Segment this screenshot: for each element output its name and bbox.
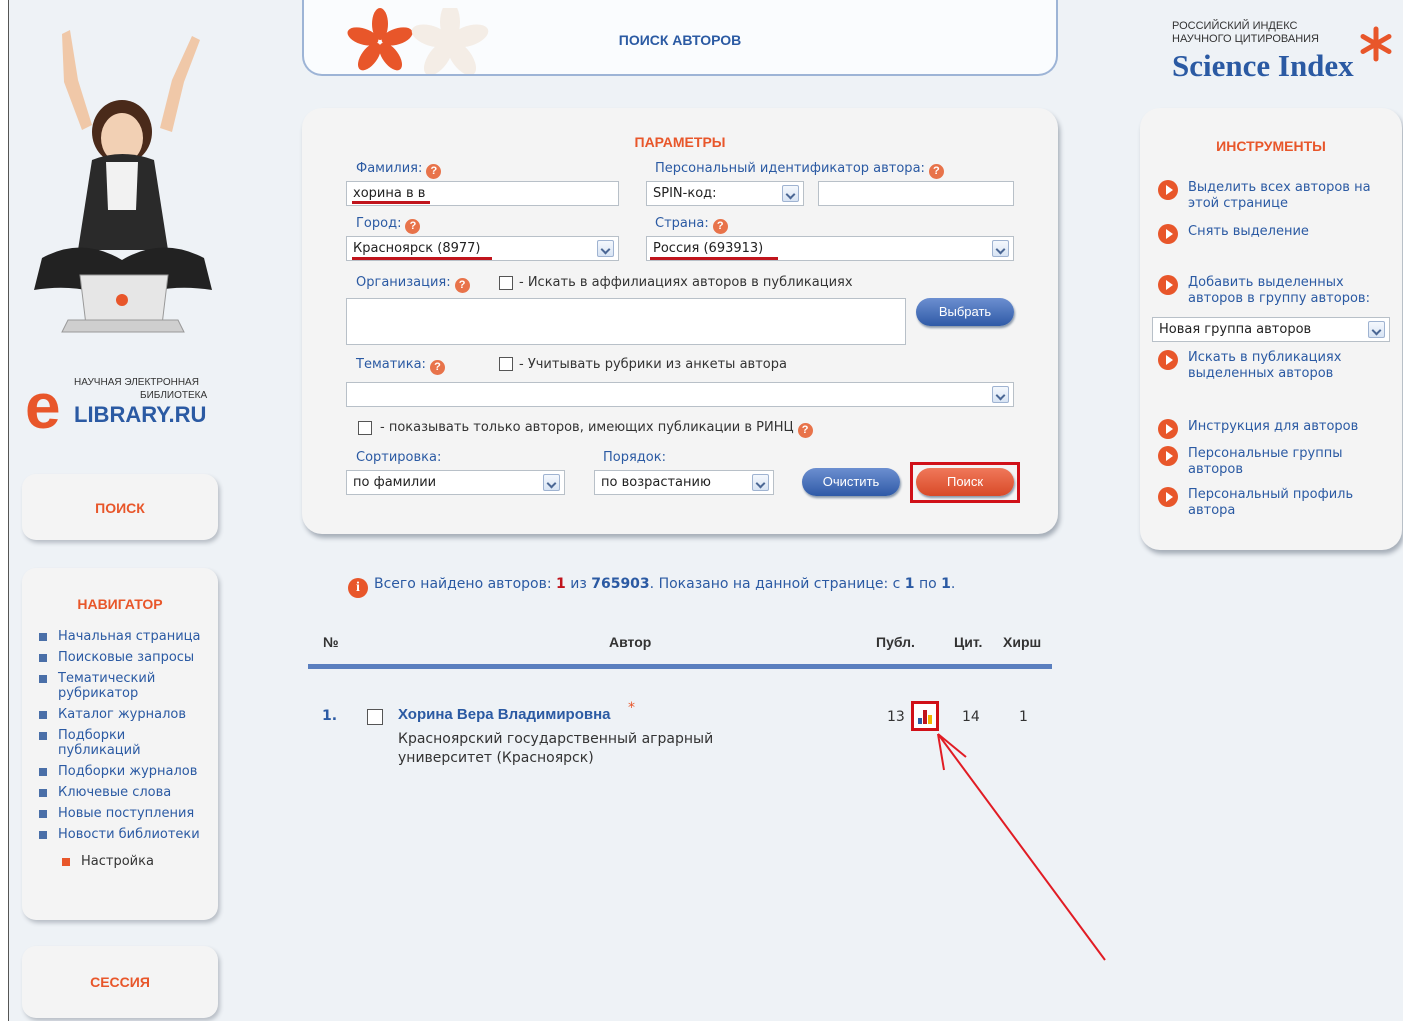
annotation-arrow: [937, 733, 1106, 961]
